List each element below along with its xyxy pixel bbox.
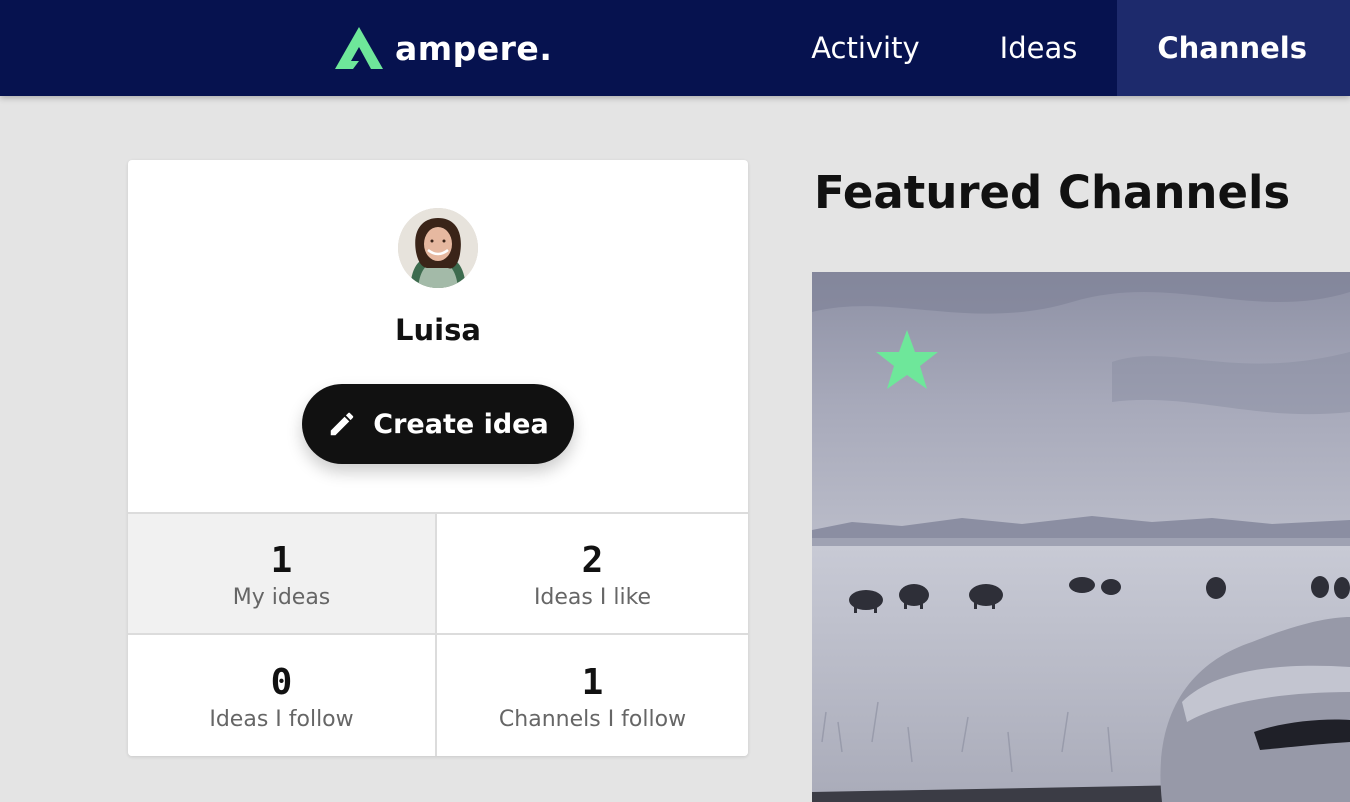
nav-ideas[interactable]: Ideas [960,0,1118,96]
avatar[interactable] [398,208,478,288]
main-nav: Activity Ideas Channels [771,0,1350,96]
logo-text: ampere. [395,28,553,68]
stat-count: 0 [270,662,293,703]
profile-card: Luisa Create idea 1 My ideas 2 Ideas I l… [128,160,748,756]
stat-count: 1 [581,662,604,703]
stat-my-ideas[interactable]: 1 My ideas [128,514,437,635]
stat-ideas-i-follow[interactable]: 0 Ideas I follow [128,635,437,756]
nav-activity[interactable]: Activity [771,0,959,96]
stat-label: Ideas I like [533,585,652,610]
featured-channel-card[interactable] [812,272,1350,802]
stat-count: 2 [581,540,604,581]
profile-stats: 1 My ideas 2 Ideas I like 0 Ideas I foll… [128,512,748,756]
stat-channels-i-follow[interactable]: 1 Channels I follow [437,635,748,756]
username: Luisa [395,313,481,347]
stat-ideas-i-like[interactable]: 2 Ideas I like [437,514,748,635]
nav-channels[interactable]: Channels [1117,0,1350,96]
ampere-logo[interactable]: ampere. [333,22,552,74]
create-idea-label: Create idea [373,408,549,440]
stat-label: Ideas I follow [209,707,354,732]
ampere-logo-icon [335,27,383,69]
stat-count: 1 [270,540,293,581]
stat-label: Channels I follow [498,707,687,732]
channel-cover-image [812,272,1350,802]
stat-label: My ideas [232,585,331,610]
create-idea-button[interactable]: Create idea [302,384,574,464]
featured-channels-heading: Featured Channels [814,166,1291,219]
pencil-icon [327,409,357,439]
top-navigation-bar: ampere. Activity Ideas Channels [0,0,1350,96]
